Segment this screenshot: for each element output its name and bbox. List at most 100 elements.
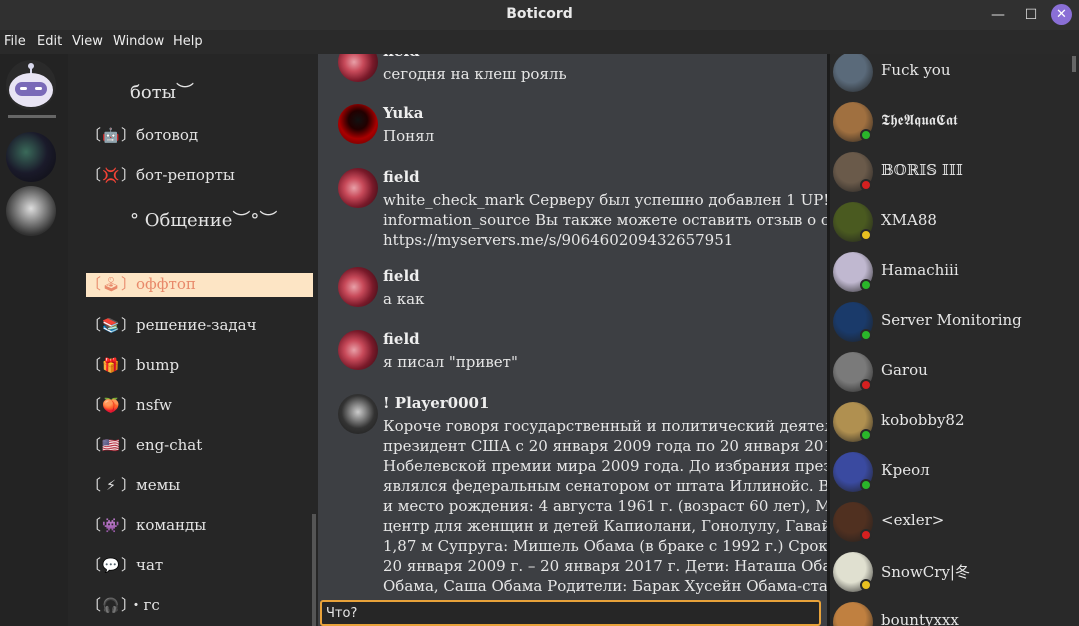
member-name: Server Monitoring (881, 311, 1022, 329)
bracket: 〔 (86, 356, 102, 374)
bracket: 〕 (121, 316, 137, 334)
menu-file[interactable]: File (4, 34, 26, 49)
channel-item[interactable]: 〔🎁〕bump (86, 354, 313, 378)
avatar[interactable] (338, 168, 378, 208)
channel-emoji-icon: 🤖 (102, 128, 120, 144)
title-bar: Boticord — ☐ ✕ (0, 0, 1079, 30)
bracket: 〔 (86, 396, 102, 414)
close-button[interactable]: ✕ (1051, 4, 1072, 25)
channel-label: мемы (136, 476, 181, 494)
channel-emoji-icon: 👾 (102, 518, 120, 534)
member-item[interactable]: Креол (833, 452, 1073, 496)
channel-item[interactable]: 〔🤖〕ботовод (86, 124, 313, 148)
message-author[interactable]: Yuka (383, 104, 423, 122)
channel-item[interactable]: 〔💢〕бот-репорты (86, 164, 313, 188)
member-separator (827, 54, 830, 626)
bracket: 〕 (121, 126, 137, 144)
member-item[interactable]: kobobby82 (833, 402, 1073, 446)
status-indicator (860, 379, 872, 391)
message-author[interactable]: field (383, 54, 420, 60)
member-name: Hamachiii (881, 261, 959, 279)
message-text: white_check_mark Серверу был успешно доб… (383, 191, 827, 249)
member-item[interactable]: Garou (833, 352, 1073, 396)
message-author[interactable]: field (383, 168, 420, 186)
channel-item[interactable]: 〔📚〕решение-задач (86, 314, 313, 338)
status-indicator (860, 279, 872, 291)
message-text: Короче говоря государственный и политиче… (383, 417, 827, 615)
avatar[interactable] (338, 54, 378, 82)
channel-label: бот-репорты (136, 166, 235, 184)
channel-item[interactable]: 〔💬〕чат (86, 554, 313, 578)
server-icon-1[interactable] (6, 132, 56, 182)
bracket: 〔 (86, 436, 102, 454)
status-indicator (860, 529, 872, 541)
member-item[interactable]: Fuck you (833, 54, 1073, 96)
server-separator (8, 115, 56, 118)
channel-emoji-icon: ⚡ (106, 478, 116, 494)
member-item[interactable]: 𝕿𝖍𝖊𝕬𝖖𝖚𝖆𝕮𝖆𝖙 (833, 102, 1073, 146)
chat-area: field сегодня на клеш рояль Yuka Понял field… (318, 54, 827, 626)
member-item[interactable]: Hamachiii (833, 252, 1073, 296)
member-name: 𝕿𝖍𝖊𝕬𝖖𝖚𝖆𝕮𝖆𝖙 (881, 111, 958, 129)
member-name: XMA88 (881, 211, 937, 229)
menu-view[interactable]: View (72, 34, 103, 49)
channel-item[interactable]: 〔🇺🇸〕eng-chat (86, 434, 313, 458)
member-name: 𝔹𝕆ℝ𝕀𝕊 𝕀𝕀𝕀 (881, 161, 963, 179)
message-author[interactable]: ! Player0001 (383, 394, 489, 412)
menu-help[interactable]: Help (173, 34, 203, 49)
menu-window[interactable]: Window (113, 34, 164, 49)
member-item[interactable]: 𝔹𝕆ℝ𝕀𝕊 𝕀𝕀𝕀 (833, 152, 1073, 196)
server-list (0, 54, 68, 626)
channel-emoji-icon: 💬 (102, 558, 120, 574)
channel-emoji-icon: 🍑 (102, 398, 120, 414)
member-item[interactable]: bountyxxx (833, 602, 1073, 626)
message-author[interactable]: field (383, 267, 420, 285)
menu-edit[interactable]: Edit (37, 34, 62, 49)
member-name: bountyxxx (881, 611, 959, 626)
message-text: а как (383, 290, 425, 308)
channel-label: чат (136, 556, 164, 574)
channel-emoji-icon: 🇺🇸 (102, 438, 120, 454)
bracket: 〔 (86, 476, 102, 494)
channel-emoji-icon: 🕹 (102, 277, 120, 293)
status-indicator (860, 229, 872, 241)
member-item[interactable]: XMA88 (833, 202, 1073, 246)
bracket: 〔 (86, 596, 102, 614)
minimize-button[interactable]: — (987, 4, 1009, 26)
bracket: 〕 (121, 556, 137, 574)
maximize-button[interactable]: ☐ (1020, 4, 1042, 26)
member-item[interactable]: <exler> (833, 502, 1073, 546)
channel-label: bump (136, 356, 180, 374)
channel-item[interactable]: 〔 ⚡ 〕мемы (86, 474, 313, 498)
bracket: 〔 (86, 516, 102, 534)
member-list: Fuck you 𝕿𝖍𝖊𝕬𝖖𝖚𝖆𝕮𝖆𝖙 𝔹𝕆ℝ𝕀𝕊 𝕀𝕀𝕀 XMA88 Hamachii… (827, 54, 1079, 626)
channel-label: ・гс (128, 596, 160, 614)
avatar[interactable] (338, 394, 378, 434)
message-text: Понял (383, 127, 435, 145)
channel-list: боты︶ ° Общение︶°︶ 〔🤖〕ботовод 〔💢〕бот-репо… (68, 54, 318, 626)
channel-item[interactable]: 〔🎧〕・гс (86, 594, 313, 618)
channel-label: оффтоп (136, 275, 196, 293)
member-name: Fuck you (881, 61, 951, 79)
avatar[interactable] (338, 104, 378, 144)
server-icon-bot[interactable] (6, 60, 56, 110)
message-author[interactable]: field (383, 330, 420, 348)
avatar[interactable] (338, 330, 378, 370)
server-icon-2[interactable] (6, 186, 56, 236)
channel-item[interactable]: 〔🕹〕оффтоп (86, 273, 313, 297)
message-input[interactable] (320, 600, 821, 626)
member-name: kobobby82 (881, 411, 965, 429)
bracket: 〔 (86, 556, 102, 574)
channel-item[interactable]: 〔🍑〕nsfw (86, 394, 313, 418)
channel-item[interactable]: 〔👾〕команды (86, 514, 313, 538)
member-item[interactable]: Server Monitoring (833, 302, 1073, 346)
category-bots[interactable]: боты︶ (130, 78, 194, 104)
channel-label: решение-задач (136, 316, 257, 334)
avatar[interactable] (338, 267, 378, 307)
member-name: <exler> (881, 511, 945, 529)
status-indicator (860, 329, 872, 341)
member-item[interactable]: SnowCry|冬 (833, 552, 1073, 596)
channel-emoji-icon: 🎁 (102, 358, 120, 374)
category-talk[interactable]: ° Общение︶°︶ (130, 206, 277, 232)
member-name: Garou (881, 361, 928, 379)
